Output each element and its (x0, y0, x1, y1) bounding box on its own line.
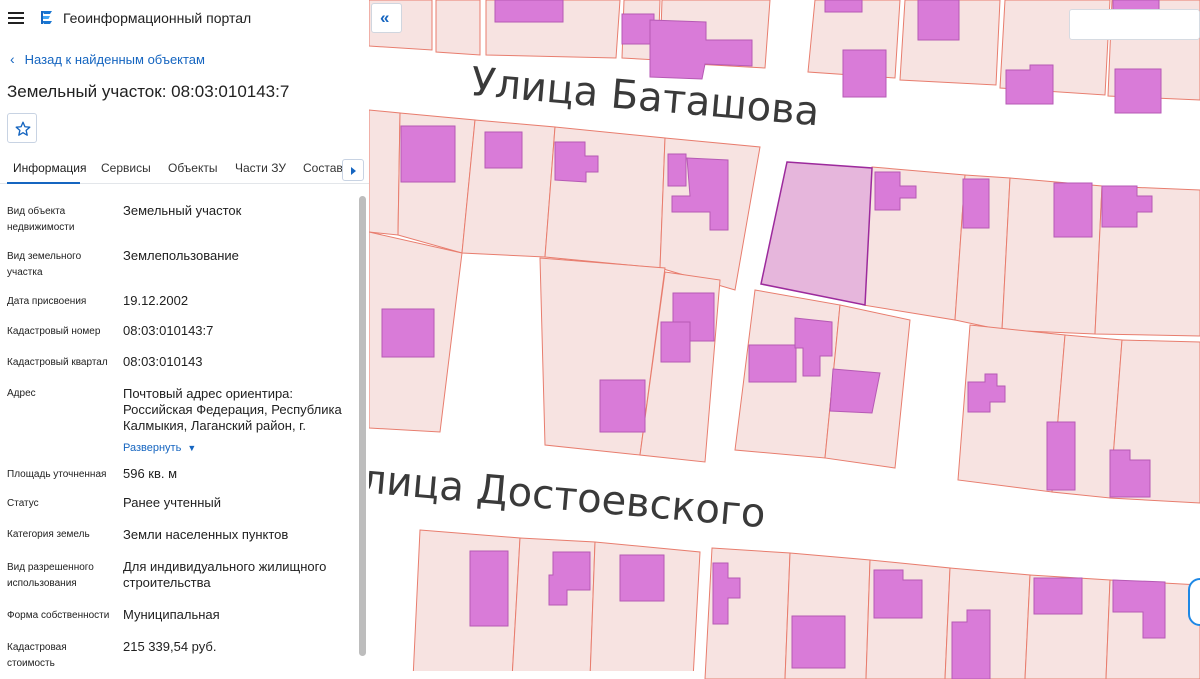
property-value: 215 339,54 руб. (123, 639, 217, 654)
property-value: Муниципальная (123, 607, 220, 622)
property-label: Вид земельного участка (7, 251, 82, 278)
property-value: 08:03:010143 (123, 354, 203, 369)
tab-composition[interactable]: Состав (303, 161, 343, 175)
map-canvas[interactable]: Улица Баташова лица Достоевского (369, 0, 1200, 679)
tab-land-parts[interactable]: Части ЗУ (235, 161, 286, 175)
collapse-panel-button[interactable]: « (371, 3, 402, 33)
expand-address-link[interactable]: Развернуть ▼ (123, 442, 196, 454)
property-value: Земельный участок (123, 203, 242, 218)
double-chevron-left-icon: « (380, 8, 390, 27)
property-value: Землепользование (123, 248, 239, 263)
address-value: Почтовый адрес ориентира: Российская Фед… (123, 386, 342, 433)
property-label: Статус (7, 498, 39, 509)
chevron-down-icon: ▼ (187, 443, 197, 453)
property-label: Площадь уточненная (7, 469, 107, 480)
property-value: Ранее учтенный (123, 495, 221, 510)
tab-information[interactable]: Информация (13, 161, 86, 175)
property-value: Для индивидуального жилищного строительс… (123, 559, 327, 590)
hamburger-menu-icon[interactable] (7, 10, 25, 26)
property-label: Кадастровый квартал (7, 357, 108, 368)
info-panel: Геоинформационный портал ‹ Назад к найден… (0, 0, 369, 679)
property-value: 19.12.2002 (123, 293, 189, 308)
property-value: 596 кв. м (123, 466, 178, 481)
property-label: Адрес (7, 388, 36, 399)
tabs-scroll-right-button[interactable] (342, 159, 364, 181)
property-label: Категория земель (7, 529, 90, 540)
property-label: Кадастровый номер (7, 326, 101, 337)
scrollbar-thumb[interactable] (359, 196, 366, 656)
cadastral-map[interactable]: Улица Баташова лица Достоевского (369, 0, 1200, 679)
back-link-label: Назад к найденным объектам (24, 52, 205, 67)
top-bar: Геоинформационный портал (0, 0, 369, 38)
portal-logo-icon (41, 11, 52, 24)
map-bottom-toolbar (380, 671, 700, 679)
back-to-results-link[interactable]: ‹ Назад к найденным объектам (10, 51, 205, 67)
tab-services[interactable]: Сервисы (101, 161, 151, 175)
tab-bar: Информация Сервисы Объекты Части ЗУ Сост… (0, 154, 369, 184)
property-value: 08:03:010143:7 (123, 323, 214, 338)
tab-objects[interactable]: Объекты (168, 161, 218, 175)
property-label: Вид разрешенного использования (7, 562, 94, 589)
favorite-button[interactable] (7, 113, 37, 143)
property-label: Кадастровая стоимость (7, 642, 67, 669)
object-title: Земельный участок: 08:03:010143:7 (7, 82, 290, 101)
property-label: Дата присвоения (7, 296, 87, 307)
expand-label: Развернуть (123, 442, 182, 454)
panel-scrollbar[interactable] (359, 196, 366, 656)
chevron-left-icon: ‹ (10, 51, 15, 67)
star-icon (15, 121, 31, 136)
property-value: Земли населенных пунктов (123, 527, 289, 542)
app-title: Геоинформационный портал (63, 10, 252, 26)
map-search-input[interactable] (1069, 9, 1200, 40)
property-label: Вид объекта недвижимости (7, 206, 75, 233)
property-label: Форма собственности (7, 610, 110, 621)
active-tab-indicator (7, 182, 80, 184)
map-zoom-control[interactable] (1188, 578, 1200, 626)
